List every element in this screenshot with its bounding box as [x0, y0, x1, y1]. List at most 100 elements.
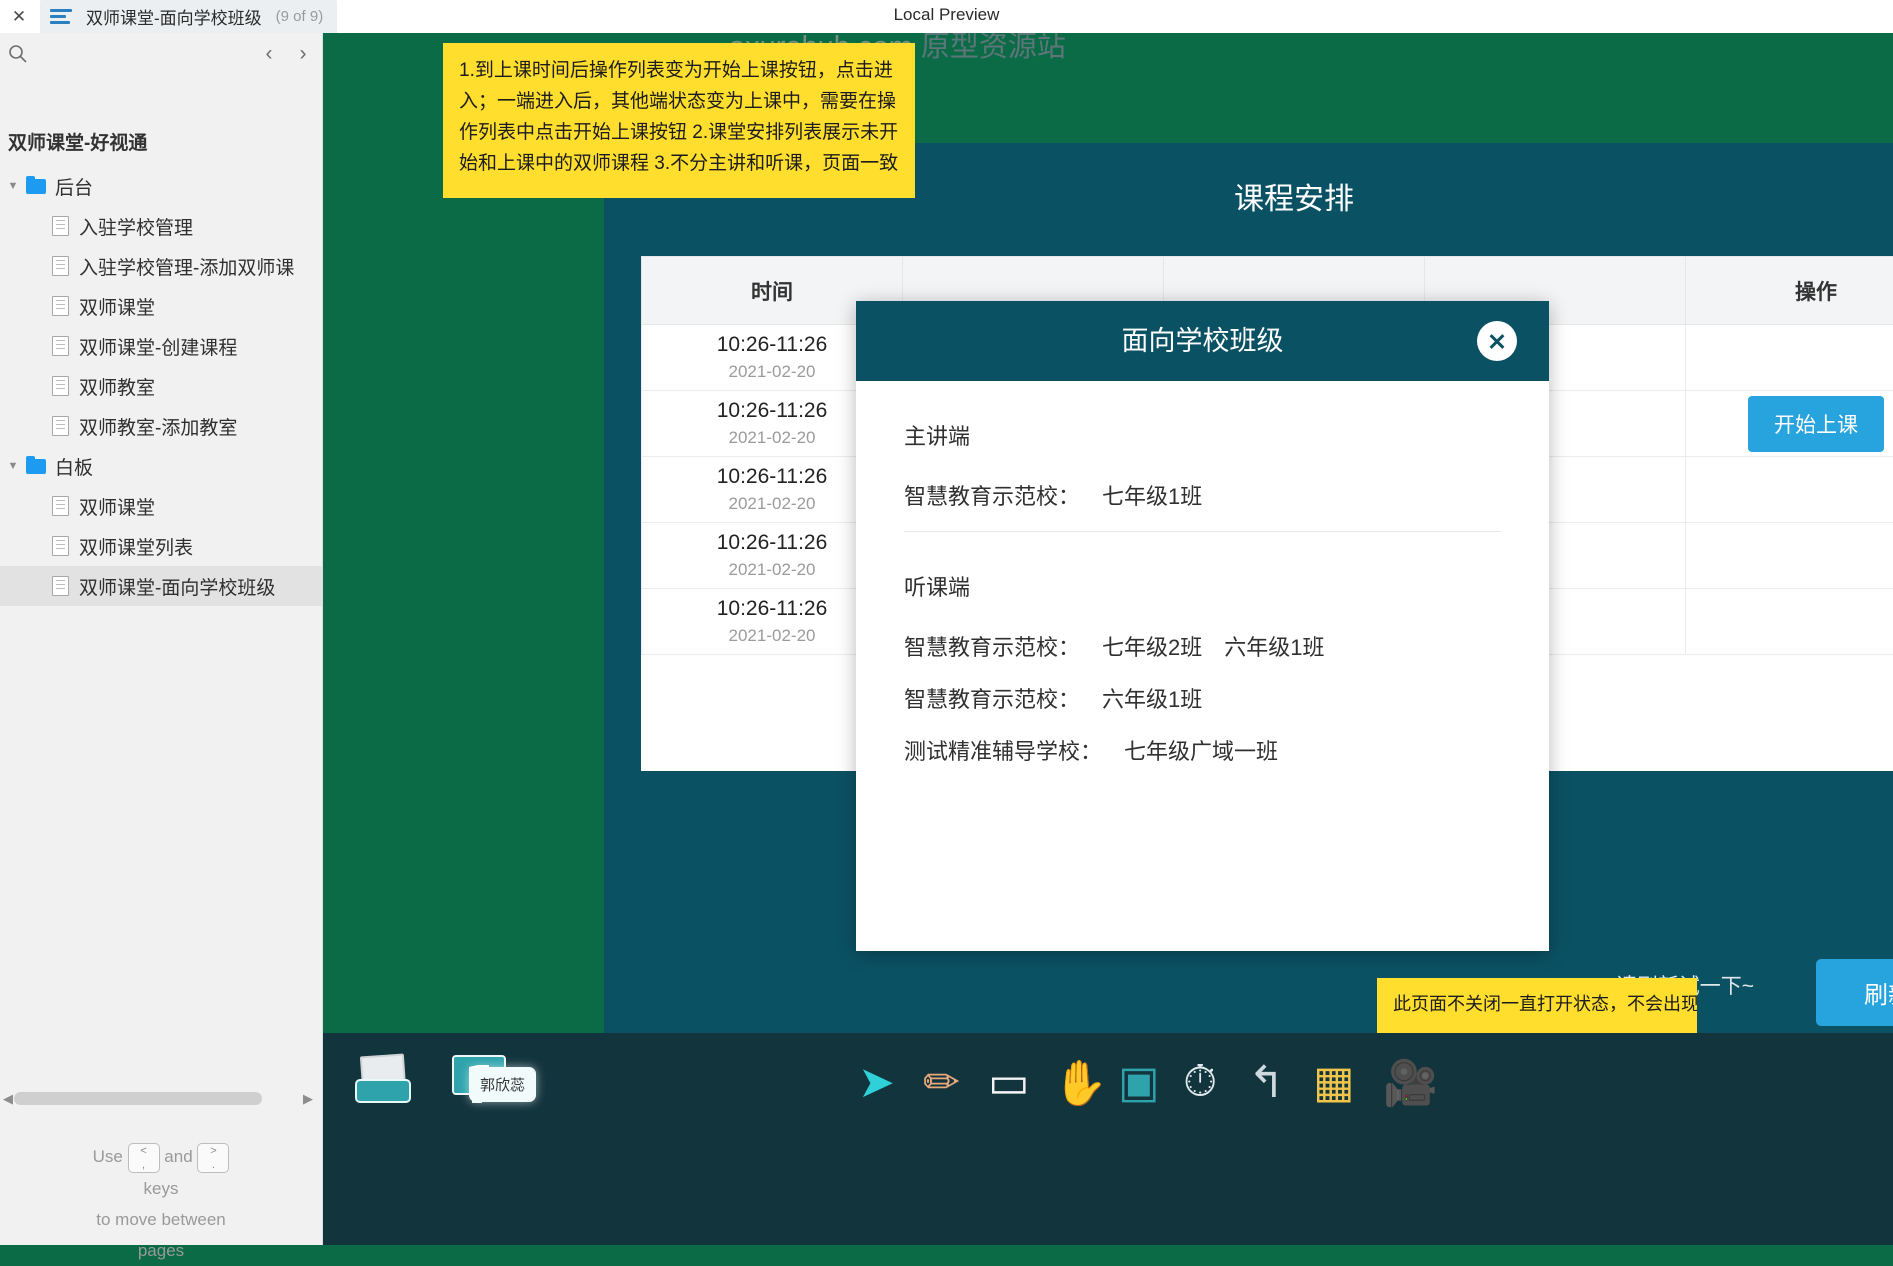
modal-body: 主讲端智慧教育示范校：七年级1班听课端智慧教育示范校：七年级2班六年级1班智慧教…	[856, 381, 1549, 766]
undo-icon[interactable]: ↰	[1248, 1057, 1285, 1108]
tab-title: 双师课堂-面向学校班级	[86, 4, 262, 29]
page-icon	[52, 296, 69, 316]
sidebar-toolbar: ‹ ›	[0, 33, 322, 76]
sidebar-item-label: 双师教室-添加教室	[79, 413, 237, 440]
table-header-cell: 操作	[1686, 257, 1893, 325]
sidebar-item-label: 双师课堂-创建课程	[79, 333, 237, 360]
hint-line3: to move between	[0, 1204, 322, 1235]
divider	[904, 531, 1501, 532]
section-label: 听课端	[904, 570, 1501, 602]
search-icon[interactable]	[8, 44, 28, 64]
sidebar-item-label: 白板	[55, 453, 93, 480]
page-tab[interactable]: 双师课堂-面向学校班级 (9 of 9)	[40, 0, 337, 33]
printer-icon[interactable]	[355, 1055, 407, 1103]
scroll-right-arrow[interactable]: ▶	[300, 1088, 316, 1110]
sidebar-item-label: 入驻学校管理	[79, 213, 193, 240]
class-name: 六年级1班	[1224, 635, 1324, 660]
school-name: 测试精准辅导学校：	[904, 739, 1102, 764]
school-class-row: 智慧教育示范校： 七年级1班	[904, 479, 1501, 511]
page-icon	[52, 576, 69, 596]
pencil-icon[interactable]: ✏	[923, 1057, 960, 1108]
start-class-button[interactable]: 开始上课	[1748, 396, 1884, 452]
page-icon	[52, 416, 69, 436]
page-icon	[52, 496, 69, 516]
prev-page-button[interactable]: ‹	[256, 41, 282, 67]
class-name: 七年级1班	[1102, 484, 1202, 509]
page-icon	[52, 256, 69, 276]
hint-line4: pages	[0, 1235, 322, 1266]
chevron-down-icon[interactable]: ▼	[0, 460, 26, 472]
cursor-icon[interactable]: ➤	[858, 1057, 895, 1108]
close-button[interactable]: ✕	[6, 4, 32, 30]
sidebar-item-folder[interactable]: ▼ 后台	[0, 166, 322, 206]
hint-line2: keys	[0, 1173, 322, 1204]
sidebar-item-label: 双师课堂	[79, 293, 155, 320]
apps-icon[interactable]: ▦	[1313, 1057, 1355, 1108]
class-name: 七年级2班	[1102, 635, 1202, 660]
class-name: 七年级广域一班	[1124, 739, 1278, 764]
sidebar-item-folder[interactable]: ▼ 白板	[0, 446, 322, 486]
camera-icon[interactable]: 🎥	[1383, 1057, 1438, 1109]
refresh-button[interactable]: 刷新	[1816, 959, 1893, 1026]
sidebar-item-page[interactable]: 双师教室	[0, 366, 322, 406]
sidebar-item-label: 双师课堂	[79, 493, 155, 520]
cell-action: 开始上课	[1686, 391, 1893, 457]
school-name: 智慧教育示范校：	[904, 635, 1080, 660]
timer-icon[interactable]: ⏱	[1183, 1057, 1217, 1107]
class-name: 六年级1班	[1102, 687, 1202, 712]
sidebar-item-label: 双师课堂-面向学校班级	[79, 573, 275, 600]
sidebar-item-page[interactable]: 双师教室-添加教室	[0, 406, 322, 446]
hint-use: Use	[93, 1147, 123, 1166]
project-title: 双师课堂-好视通	[8, 128, 147, 155]
watermark-cn: 原型资源站	[921, 33, 1066, 63]
page-icon	[52, 216, 69, 236]
school-name: 智慧教育示范校：	[904, 687, 1080, 712]
keyboard-hint: Use <, and >. keys to move between pages	[0, 1141, 322, 1266]
sidebar-item-page[interactable]: 双师课堂列表	[0, 526, 322, 566]
sitemap-sidebar: ‹ › 双师课堂-好视通 ▼后台入驻学校管理入驻学校管理-添加双师课双师课堂双师…	[0, 33, 323, 1245]
modal-title: 面向学校班级	[856, 301, 1549, 381]
user-name-chip[interactable]: 郭欣蕊	[469, 1067, 536, 1102]
sidebar-item-page[interactable]: 入驻学校管理-添加双师课	[0, 246, 322, 286]
sidebar-item-label: 后台	[55, 173, 93, 200]
sidebar-item-label: 双师课堂列表	[79, 533, 193, 560]
sidebar-horizontal-scrollbar[interactable]: ◀ ▶	[0, 1088, 322, 1110]
school-name: 智慧教育示范校：	[904, 484, 1080, 509]
browser-top-bar: Local Preview ✕ 双师课堂-面向学校班级 (9 of 9)	[0, 0, 1893, 34]
hint-and: and	[164, 1147, 192, 1166]
school-class-modal: 面向学校班级 主讲端智慧教育示范校：七年级1班听课端智慧教育示范校：七年级2班六…	[856, 301, 1549, 951]
annotation-note-top: 1.到上课时间后操作列表变为开始上课按钮，点击进入；一端进入后，其他端状态变为上…	[443, 43, 915, 198]
eraser-icon[interactable]: ▭	[988, 1057, 1030, 1108]
scrollbar-thumb[interactable]	[14, 1092, 262, 1105]
tab-page-count: (9 of 9)	[276, 8, 324, 25]
sitemap-tree: ▼后台入驻学校管理入驻学校管理-添加双师课双师课堂双师课堂-创建课程双师教室双师…	[0, 166, 322, 606]
key-prev: <,	[128, 1143, 160, 1173]
school-class-row: 测试精准辅导学校： 七年级广域一班	[904, 734, 1501, 766]
cell-action	[1686, 523, 1893, 589]
folder-icon	[26, 179, 46, 194]
next-page-button[interactable]: ›	[290, 41, 316, 67]
section-label: 主讲端	[904, 419, 1501, 451]
hand-icon[interactable]: ✋	[1053, 1057, 1108, 1109]
hamburger-icon[interactable]	[50, 9, 72, 25]
sidebar-item-label: 入驻学校管理-添加双师课	[79, 253, 294, 280]
close-circle-icon[interactable]	[1477, 321, 1517, 361]
sidebar-item-page[interactable]: 双师课堂-创建课程	[0, 326, 322, 366]
sidebar-item-page[interactable]: 入驻学校管理	[0, 206, 322, 246]
school-class-row: 智慧教育示范校： 六年级1班	[904, 682, 1501, 714]
chevron-down-icon[interactable]: ▼	[0, 180, 26, 192]
page-icon	[52, 336, 69, 356]
page-icon	[52, 536, 69, 556]
page-icon	[52, 376, 69, 396]
sidebar-item-page[interactable]: 双师课堂	[0, 286, 322, 326]
key-next: >.	[197, 1143, 229, 1173]
sidebar-item-page[interactable]: 双师课堂-面向学校班级	[0, 566, 322, 606]
sidebar-item-label: 双师教室	[79, 373, 155, 400]
cell-action	[1686, 457, 1893, 523]
school-class-row: 智慧教育示范校： 七年级2班六年级1班	[904, 630, 1501, 662]
folder-icon	[26, 459, 46, 474]
whiteboard-icon[interactable]: ▣	[1118, 1057, 1160, 1108]
bottom-toolbar: 郭欣蕊 ➤ ✏ ▭ ✋▣ ⏱ ↰ ▦ 🎥	[323, 1033, 1893, 1245]
sidebar-item-page[interactable]: 双师课堂	[0, 486, 322, 526]
modal-header: 面向学校班级	[856, 301, 1549, 381]
